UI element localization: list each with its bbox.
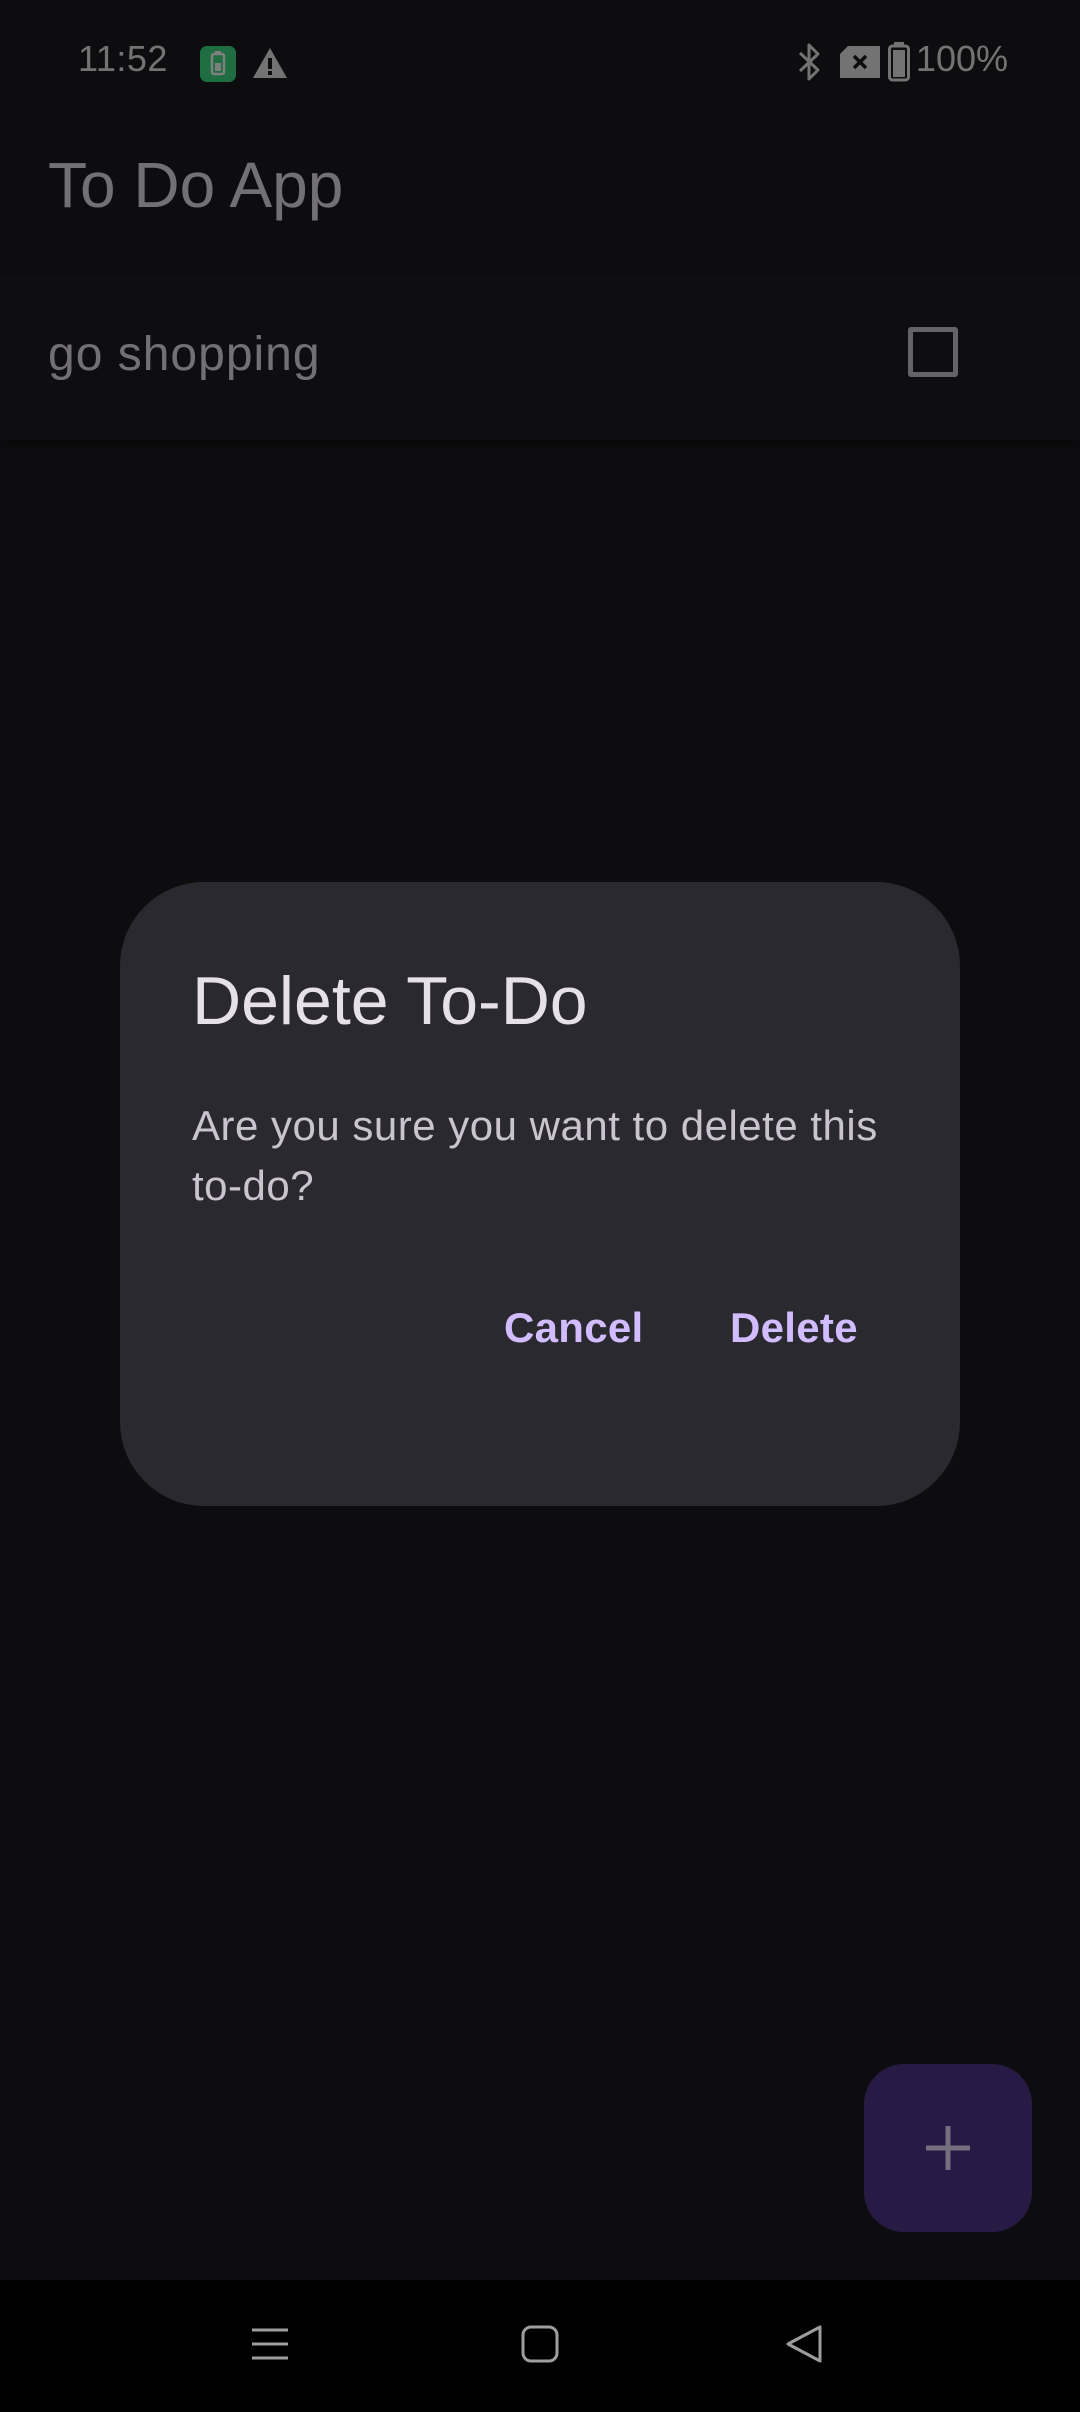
dialog-message: Are you sure you want to delete this to-…: [192, 1102, 878, 1209]
delete-button[interactable]: Delete: [730, 1304, 858, 1352]
screen: 11:52: [0, 0, 1080, 2412]
menu-icon[interactable]: [250, 2324, 290, 2369]
back-icon[interactable]: [784, 2324, 824, 2369]
navigation-bar: [0, 2280, 1080, 2412]
home-icon[interactable]: [520, 2324, 560, 2369]
delete-dialog: Delete To-Do Are you sure you want to de…: [120, 882, 960, 1506]
cancel-button[interactable]: Cancel: [504, 1304, 644, 1352]
dialog-title: Delete To-Do: [192, 963, 588, 1039]
